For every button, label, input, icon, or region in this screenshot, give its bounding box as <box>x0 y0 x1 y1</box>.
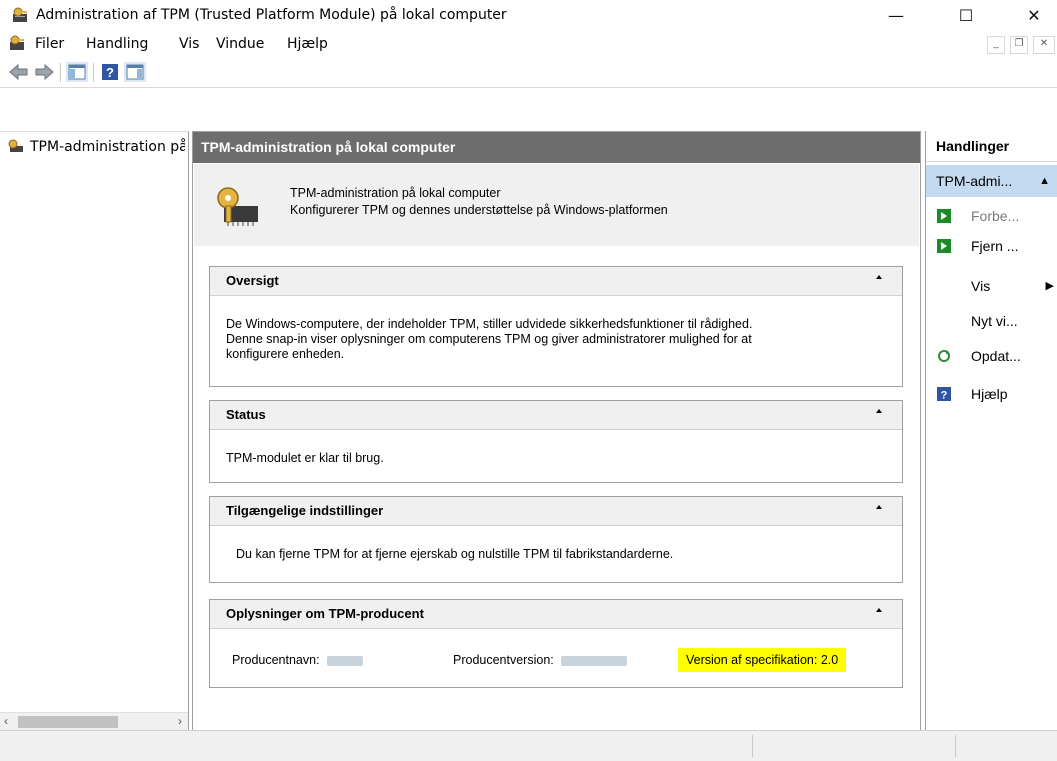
overview-section: Oversigt De Windows-computere, der indeh… <box>209 266 903 387</box>
action-label: Nyt vi... <box>971 313 1018 329</box>
console-tree: TPM-administration på lokal computer ‹ › <box>0 131 189 731</box>
toolbar-separator <box>60 63 61 82</box>
tpm-key-icon <box>8 139 23 152</box>
manufacturer-version-redacted <box>561 655 628 666</box>
collapse-up-icon[interactable]: ▲ <box>1039 165 1050 197</box>
action-remove[interactable]: Fjern ... <box>926 231 1057 261</box>
menu-window[interactable]: Vindue <box>216 31 264 57</box>
forward-arrow-icon[interactable] <box>33 62 55 82</box>
intro-panel: TPM-administration på lokal computer Kon… <box>194 164 919 246</box>
manufacturer-version-label: Producentversion: <box>453 653 554 667</box>
menu-view[interactable]: Vis <box>179 31 199 57</box>
actions-pane: Handlinger TPM-admi... ▲ Forbe... Fjern … <box>925 131 1057 730</box>
spec-version-value: 2.0 <box>820 653 839 667</box>
tpm-app-icon <box>13 7 27 22</box>
help-icon: ? <box>937 387 951 401</box>
manufacturer-section: Oplysninger om TPM-producent Producentna… <box>209 599 903 688</box>
status-bar <box>0 730 1057 761</box>
minimize-button[interactable]: — <box>873 0 919 31</box>
manufacturer-header[interactable]: Oplysninger om TPM-producent <box>210 600 902 629</box>
manufacturer-name-label: Producentnavn: <box>232 653 320 667</box>
overview-line-2: Denne snap-in viser oplysninger om compu… <box>226 332 752 346</box>
maximize-button[interactable]: ☐ <box>943 0 989 31</box>
status-separator <box>752 735 753 757</box>
menu-action[interactable]: Handling <box>86 31 148 57</box>
actions-group-label: TPM-admi... <box>936 173 1013 189</box>
help-icon[interactable]: ? <box>99 62 121 82</box>
green-arrow-icon <box>937 239 951 253</box>
action-label: Fjern ... <box>971 238 1019 254</box>
tree-node-label: TPM-administration på lokal computer <box>30 139 185 155</box>
svg-text:?: ? <box>106 65 114 80</box>
action-prepare[interactable]: Forbe... <box>926 201 1057 231</box>
scroll-left-icon[interactable]: ‹ <box>4 714 8 728</box>
actions-header: Handlinger <box>926 131 1057 162</box>
status-header[interactable]: Status <box>210 401 902 430</box>
collapse-caret-icon[interactable] <box>876 275 882 279</box>
center-pane: TPM-administration på lokal computer TPM… <box>192 131 921 732</box>
overview-line-3: konfigurere enheden. <box>226 347 345 361</box>
settings-section: Tilgængelige indstillinger Du kan fjerne… <box>209 496 903 583</box>
overview-line-1: De Windows-computere, der indeholder TPM… <box>226 317 753 331</box>
manufacturer-title: Oplysninger om TPM-producent <box>226 606 424 621</box>
toolbar-separator <box>93 63 94 82</box>
settings-text: Du kan fjerne TPM for at fjerne ejerskab… <box>236 547 674 561</box>
collapse-caret-icon[interactable] <box>876 505 882 509</box>
scroll-thumb[interactable] <box>18 716 118 728</box>
action-help[interactable]: ? Hjælp <box>926 379 1057 409</box>
submenu-arrow-icon: ▶ <box>1045 280 1054 292</box>
status-section: Status TPM-modulet er klar til brug. <box>209 400 903 483</box>
show-hide-action-pane-icon[interactable] <box>124 62 146 82</box>
mdi-restore-button[interactable]: ❐ <box>1010 36 1028 54</box>
tree-node-tpm[interactable]: TPM-administration på lokal computer <box>7 138 185 155</box>
action-label: Vis <box>971 278 991 294</box>
menu-file[interactable]: Filer <box>35 31 64 57</box>
center-header: TPM-administration på lokal computer <box>193 132 920 163</box>
mdi-close-button[interactable]: ✕ <box>1033 36 1055 54</box>
action-label: Forbe... <box>971 208 1020 224</box>
mdi-minimize-button[interactable]: _ <box>987 36 1005 54</box>
status-text: TPM-modulet er klar til brug. <box>226 451 384 465</box>
intro-description: Konfigurerer TPM og dennes understøttels… <box>290 203 668 217</box>
horizontal-scrollbar[interactable]: ‹ › <box>0 712 188 731</box>
manufacturer-name-redacted <box>327 655 364 666</box>
action-refresh[interactable]: Opdat... <box>926 341 1057 371</box>
action-new-window[interactable]: Nyt vi... <box>926 306 1057 336</box>
settings-title: Tilgængelige indstillinger <box>226 503 384 518</box>
overview-title: Oversigt <box>226 273 279 288</box>
overview-header[interactable]: Oversigt <box>210 267 902 296</box>
menu-help[interactable]: Hjælp <box>287 31 328 57</box>
close-button[interactable]: ✕ <box>1011 0 1057 31</box>
back-arrow-icon[interactable] <box>8 62 30 82</box>
action-label: Hjælp <box>971 386 1008 402</box>
title-bar: Administration af TPM (Trusted Platform … <box>0 0 1057 31</box>
action-view[interactable]: Vis ▶ <box>926 271 1057 301</box>
actions-group-tpm[interactable]: TPM-admi... ▲ <box>926 165 1057 197</box>
manufacturer-version-row: Producentversion: <box>453 653 628 668</box>
show-hide-console-tree-icon[interactable] <box>66 62 88 82</box>
intro-title: TPM-administration på lokal computer <box>290 186 501 200</box>
status-title: Status <box>226 407 266 422</box>
collapse-caret-icon[interactable] <box>876 608 882 612</box>
svg-text:?: ? <box>941 390 948 402</box>
collapse-caret-icon[interactable] <box>876 409 882 413</box>
action-label: Opdat... <box>971 348 1021 364</box>
settings-header[interactable]: Tilgængelige indstillinger <box>210 497 902 526</box>
tpm-menu-icon[interactable] <box>9 35 26 52</box>
green-arrow-icon <box>937 209 951 223</box>
scroll-right-icon[interactable]: › <box>178 714 182 728</box>
spec-version-label: Version af specifikation: <box>686 653 818 667</box>
spec-version-highlight: Version af specifikation: 2.0 <box>678 648 847 672</box>
tpm-chip-key-icon <box>217 187 258 226</box>
window-title: Administration af TPM (Trusted Platform … <box>36 7 507 23</box>
refresh-icon <box>938 350 950 362</box>
manufacturer-name-row: Producentnavn: <box>232 653 364 668</box>
status-separator <box>955 735 956 757</box>
toolbar: ? <box>0 57 1057 88</box>
menu-bar: Filer Handling Vis Vindue Hjælp _ ❐ ✕ <box>0 31 1057 58</box>
